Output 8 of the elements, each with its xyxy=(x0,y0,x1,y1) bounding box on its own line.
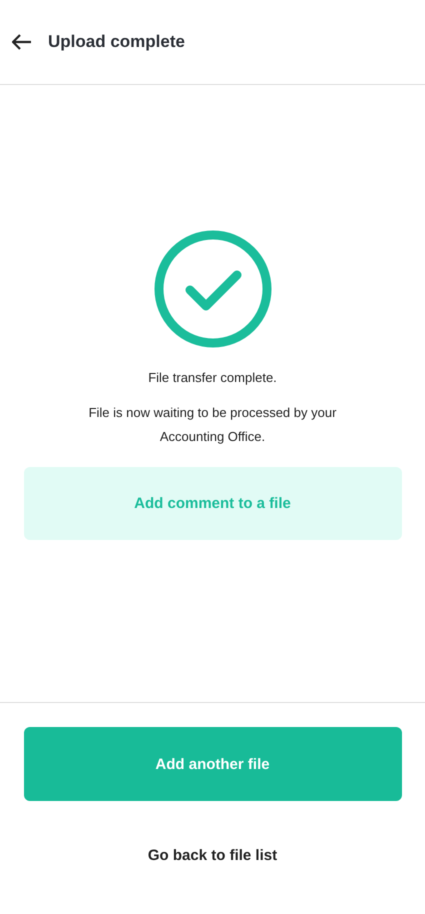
back-to-list-link[interactable]: Go back to file list xyxy=(148,847,278,864)
check-circle-icon xyxy=(154,230,272,348)
add-file-button[interactable]: Add another file xyxy=(24,727,402,801)
status-message: File transfer complete. xyxy=(148,370,277,385)
status-detail: File is now waiting to be processed by your Accounting Office. xyxy=(88,404,338,446)
page-title: Upload complete xyxy=(48,32,185,52)
add-comment-button[interactable]: Add comment to a file xyxy=(24,467,402,540)
back-button[interactable] xyxy=(10,32,34,52)
